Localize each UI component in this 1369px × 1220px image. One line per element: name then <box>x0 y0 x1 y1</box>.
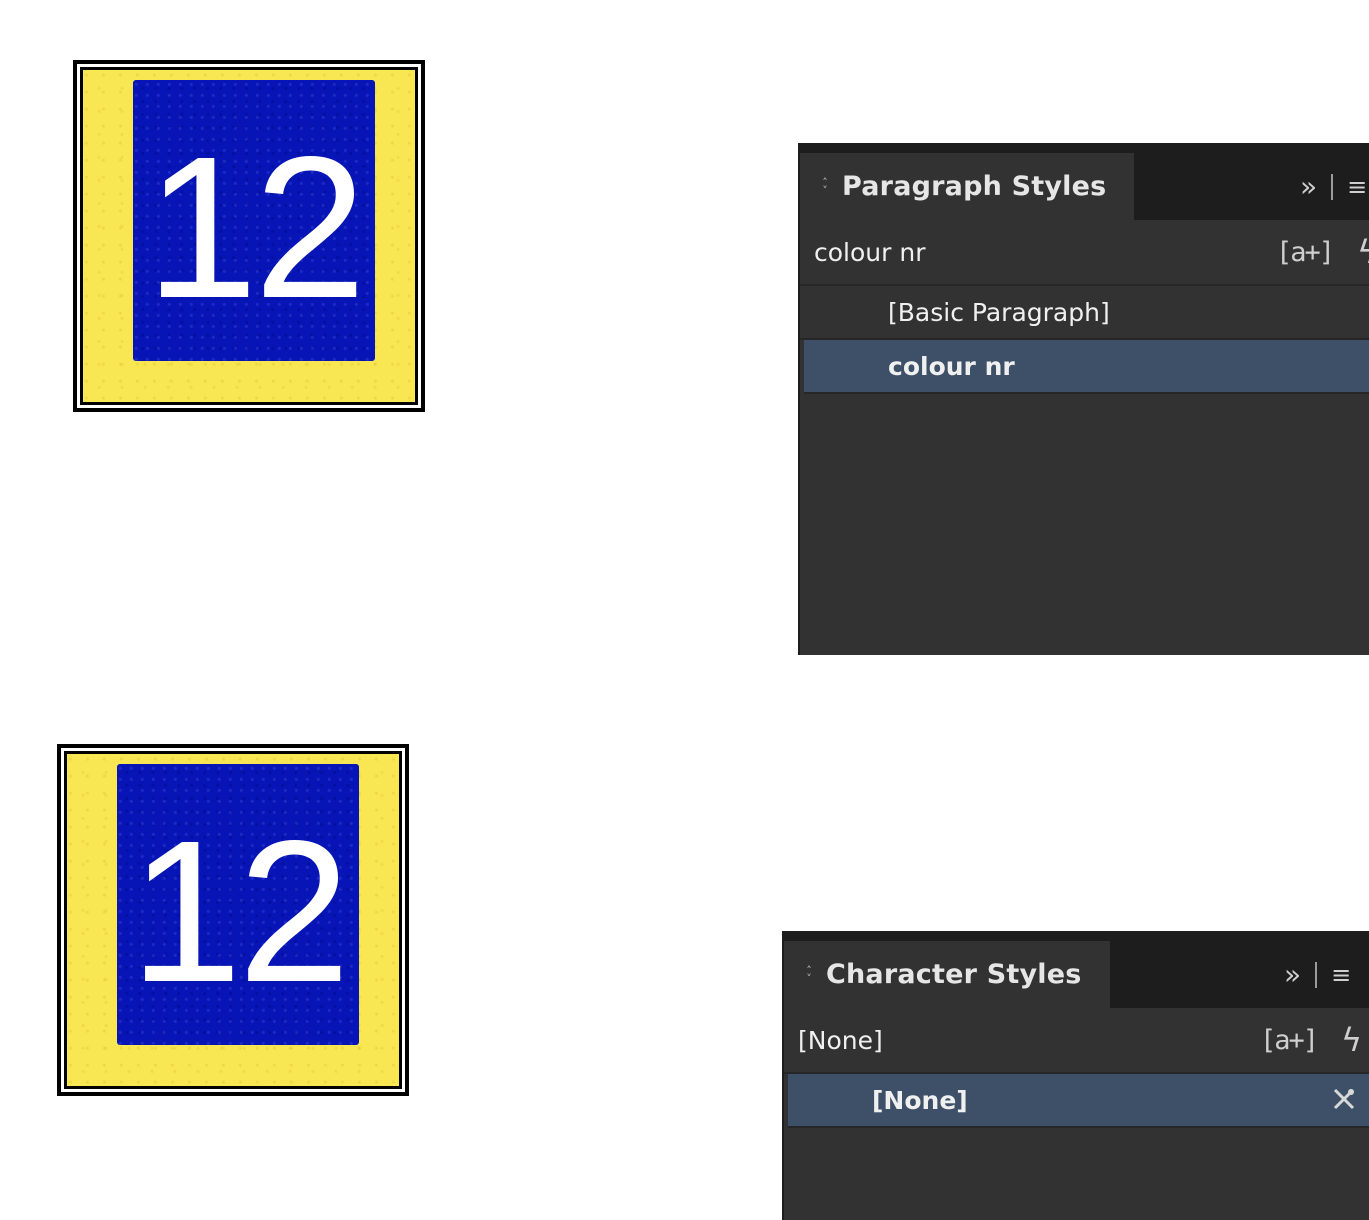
divider <box>1315 961 1318 988</box>
tab-paragraph-styles[interactable]: ˄ ˅ Paragraph Styles <box>800 153 1135 220</box>
divider <box>1331 173 1334 200</box>
panel-title: Paragraph Styles <box>842 171 1107 202</box>
style-tools: [a+] ϟ <box>1260 1008 1362 1072</box>
list-item-selected[interactable]: [None] <box>788 1074 1369 1128</box>
new-style-group-icon[interactable]: [a+] <box>1260 1025 1319 1056</box>
lightning-bolt-icon[interactable]: ϟ <box>1357 233 1369 271</box>
panel-menu-icon[interactable]: ≡ <box>1331 961 1351 989</box>
badge-yellow-frame: 12 <box>64 751 402 1089</box>
panel-title: Character Styles <box>826 959 1082 990</box>
panel-menu-icon[interactable]: ≡ <box>1347 173 1367 201</box>
list-item-label: [None] <box>872 1085 968 1115</box>
clear-overrides-icon[interactable] <box>1329 1084 1359 1114</box>
sort-arrows-icon: ˄ ˅ <box>806 963 812 985</box>
badge-number: 12 <box>145 113 367 340</box>
current-style-row: colour nr [a+] ϟ <box>800 220 1369 284</box>
badge-blue-plate: 12 <box>117 764 359 1045</box>
double-chevron-right-icon[interactable]: » <box>1300 170 1317 203</box>
badge-blue-plate: 12 <box>133 80 375 361</box>
style-tools: [a+] ϟ <box>1276 220 1369 284</box>
style-list: [None] <box>784 1072 1369 1128</box>
current-style-name: [None] <box>798 1025 883 1055</box>
new-style-group-icon[interactable]: [a+] <box>1276 237 1335 268</box>
current-style-name: colour nr <box>814 237 926 267</box>
panel-controls: » ≡ <box>1300 153 1367 220</box>
list-item-selected[interactable]: colour nr <box>804 340 1369 394</box>
list-item[interactable]: [Basic Paragraph] <box>800 286 1369 340</box>
sort-arrows-icon: ˄ ˅ <box>822 175 828 197</box>
list-item-label: colour nr <box>888 351 1015 381</box>
character-styles-panel: ˄ ˅ Character Styles » ≡ [None] [a+] ϟ [N… <box>782 931 1369 1220</box>
paragraph-styles-panel: ˄ ˅ Paragraph Styles » ≡ colour nr [a+] ϟ… <box>798 143 1369 655</box>
list-item-label: [Basic Paragraph] <box>888 297 1110 327</box>
panel-controls: » ≡ <box>1284 941 1351 1008</box>
number-badge-bottom: 12 <box>57 744 409 1096</box>
badge-yellow-frame: 12 <box>80 67 418 405</box>
tab-character-styles[interactable]: ˄ ˅ Character Styles <box>784 941 1110 1008</box>
panel-tabbar: ˄ ˅ Paragraph Styles » ≡ <box>800 153 1369 220</box>
style-list: [Basic Paragraph] colour nr <box>800 284 1369 394</box>
badge-number: 12 <box>129 797 351 1024</box>
panel-tabbar: ˄ ˅ Character Styles » ≡ <box>784 941 1369 1008</box>
lightning-bolt-icon[interactable]: ϟ <box>1341 1021 1362 1059</box>
current-style-row: [None] [a+] ϟ <box>784 1008 1369 1072</box>
number-badge-top: 12 <box>73 60 425 412</box>
double-chevron-right-icon[interactable]: » <box>1284 958 1301 991</box>
